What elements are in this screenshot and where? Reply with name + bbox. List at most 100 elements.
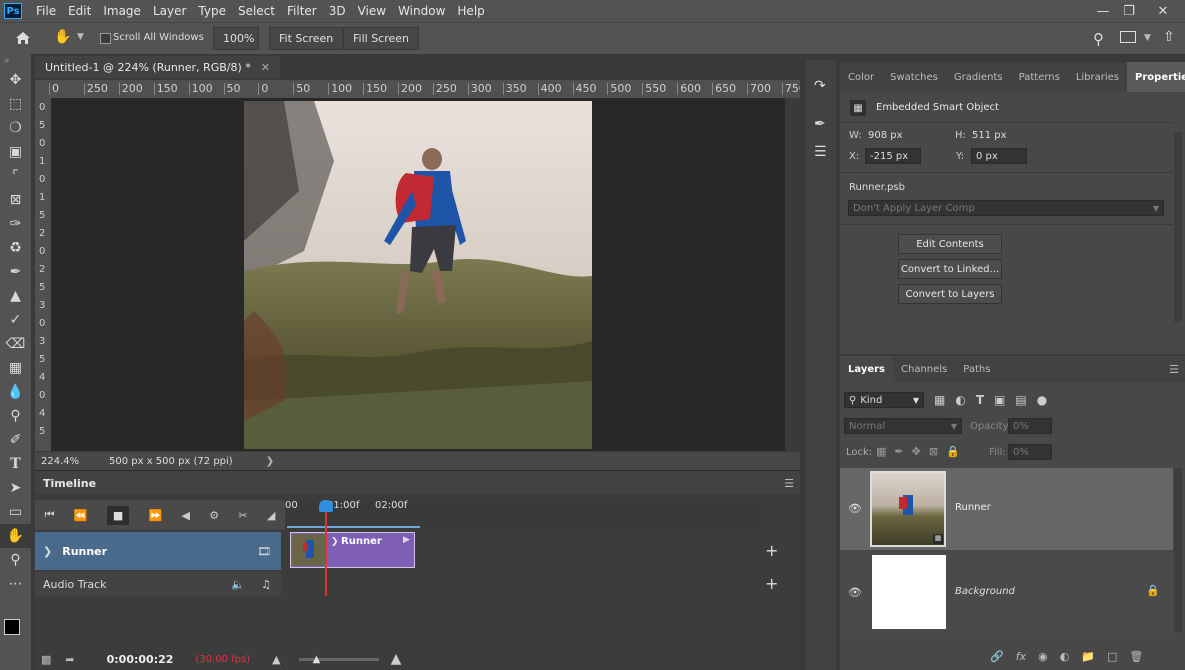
filter-toggle-icon[interactable]: ●	[1037, 393, 1047, 407]
layer-style-icon[interactable]: fx	[1016, 650, 1026, 663]
properties-scrollbar[interactable]	[1174, 132, 1182, 322]
menu-help[interactable]: Help	[451, 4, 490, 18]
playhead-handle[interactable]	[319, 500, 333, 512]
tab-properties[interactable]: Properties	[1127, 62, 1185, 92]
path-select-tool-icon[interactable]: ➤	[0, 476, 31, 500]
adjustment-layer-icon[interactable]: ◐	[1060, 650, 1070, 663]
filter-smartobject-icon[interactable]: ▤	[1015, 393, 1026, 407]
scroll-all-checkbox[interactable]	[100, 33, 111, 44]
hand-tool-icon[interactable]: ✋	[54, 29, 71, 45]
history-brush-icon[interactable]: ✓	[0, 308, 31, 332]
zoom-100-button[interactable]: 100%	[213, 27, 259, 50]
menu-select[interactable]: Select	[232, 4, 281, 18]
layer-name-background[interactable]: Background	[955, 586, 1015, 597]
stamp-tool-icon[interactable]: ▲	[0, 284, 31, 308]
filter-pixel-icon[interactable]: ▦	[934, 393, 945, 407]
render-icon[interactable]: ➦	[65, 653, 74, 666]
first-frame-icon[interactable]: ⏮	[45, 508, 55, 522]
tab-channels[interactable]: Channels	[893, 356, 955, 382]
time-ruler[interactable]: 00 01:00f 02:00f	[285, 500, 760, 530]
zoom-tool-icon[interactable]: ⚲	[0, 548, 31, 572]
filter-adjustment-icon[interactable]: ◐	[955, 393, 965, 407]
fill-field[interactable]: 0%	[1008, 444, 1052, 460]
edit-contents-button[interactable]: Edit Contents	[898, 234, 1002, 254]
home-icon[interactable]	[14, 30, 32, 46]
link-layers-icon[interactable]: 🔗	[990, 650, 1004, 663]
menu-filter[interactable]: Filter	[281, 4, 323, 18]
fill-screen-button[interactable]: Fill Screen	[343, 27, 420, 50]
layer-filter-select[interactable]: ⚲ Kind ▼	[844, 392, 924, 408]
rectangle-tool-icon[interactable]: ▭	[0, 500, 31, 524]
layer-name-runner[interactable]: Runner	[955, 502, 991, 513]
transition-icon[interactable]: ◢	[267, 509, 275, 522]
frame-animation-icon[interactable]: ▩	[41, 653, 51, 666]
lock-pixels-icon[interactable]: ▦	[876, 445, 886, 458]
expand-track-icon[interactable]: ❯	[43, 545, 52, 558]
blur-tool-icon[interactable]: 💧	[0, 380, 31, 404]
type-tool-icon[interactable]: T	[0, 452, 31, 476]
zoom-status[interactable]: 224.4%	[41, 456, 109, 467]
visibility-eye-icon[interactable]: 👁	[848, 586, 862, 599]
settings-icon[interactable]: ⚙	[209, 509, 219, 522]
layer-comp-select[interactable]: Don't Apply Layer Comp ▼	[848, 200, 1164, 216]
object-select-tool-icon[interactable]: ▣	[0, 140, 31, 164]
playhead[interactable]	[325, 500, 327, 596]
move-tool-icon[interactable]: ✥	[0, 68, 31, 92]
timecode[interactable]: 0:00:00:22	[107, 653, 174, 666]
fit-screen-button[interactable]: Fit Screen	[269, 27, 344, 50]
menu-layer[interactable]: Layer	[147, 4, 192, 18]
frame-tool-icon[interactable]: ⊠	[0, 188, 31, 212]
layers-menu-icon[interactable]: ☰	[1169, 363, 1179, 376]
track-audio[interactable]: Audio Track 🔈 ♫	[35, 572, 281, 596]
brush-settings-icon[interactable]: ✒	[814, 116, 826, 132]
add-media-icon[interactable]: +	[765, 541, 778, 560]
tab-color[interactable]: Color	[840, 62, 882, 92]
crop-tool-icon[interactable]: ⌜	[0, 164, 31, 188]
restore-icon[interactable]: ❐	[1114, 0, 1144, 22]
y-field[interactable]: 0 px	[971, 148, 1027, 164]
status-arrow-icon[interactable]: ❯	[266, 456, 274, 467]
lock-all-icon[interactable]: 🔒	[946, 445, 960, 458]
speaker-icon[interactable]: 🔈	[231, 578, 245, 591]
convert-to-linked-button[interactable]: Convert to Linked...	[898, 259, 1002, 279]
timeline-menu-icon[interactable]: ☰	[784, 477, 794, 490]
more-tools-icon[interactable]: ⋯	[0, 572, 31, 596]
split-icon[interactable]: ✂	[238, 509, 247, 522]
menu-edit[interactable]: Edit	[62, 4, 97, 18]
work-area-bar[interactable]	[287, 517, 420, 528]
new-layer-icon[interactable]: □	[1107, 650, 1117, 663]
zoom-slider-thumb[interactable]: ▲	[313, 654, 321, 665]
tab-libraries[interactable]: Libraries	[1068, 62, 1127, 92]
share-icon[interactable]: ⇧	[1163, 29, 1175, 45]
pen-tool-icon[interactable]: ✐	[0, 428, 31, 452]
layer-row-background[interactable]: 👁 Background 🔒	[840, 552, 1173, 634]
collapse-icon[interactable]: »	[0, 54, 31, 68]
delete-layer-icon[interactable]: 🗑	[1129, 650, 1143, 663]
convert-to-layers-button[interactable]: Convert to Layers	[898, 284, 1002, 304]
lock-artboard-icon[interactable]: ⊠	[929, 445, 938, 458]
film-icon[interactable]: 🎞	[257, 545, 271, 558]
brush-tool-icon[interactable]: ✒	[0, 260, 31, 284]
video-clip[interactable]: ❯ Runner ▶	[290, 532, 415, 568]
menu-window[interactable]: Window	[392, 4, 451, 18]
close-tab-icon[interactable]: ✕	[261, 61, 270, 74]
workspace-icon[interactable]	[1120, 31, 1136, 43]
menu-type[interactable]: Type	[192, 4, 232, 18]
menu-3d[interactable]: 3D	[323, 4, 352, 18]
new-group-icon[interactable]: 📁	[1081, 650, 1095, 663]
add-mask-icon[interactable]: ◉	[1038, 650, 1048, 663]
tab-gradients[interactable]: Gradients	[946, 62, 1011, 92]
eyedropper-tool-icon[interactable]: ✑	[0, 212, 31, 236]
menu-file[interactable]: File	[30, 4, 62, 18]
clip-menu-icon[interactable]: ▶	[403, 535, 410, 545]
healing-tool-icon[interactable]: ♻	[0, 236, 31, 260]
hand-tool-icon[interactable]: ✋	[0, 524, 31, 548]
previous-frame-icon[interactable]: ⏪	[74, 509, 88, 522]
foreground-color-swatch[interactable]	[4, 619, 20, 635]
tab-patterns[interactable]: Patterns	[1011, 62, 1068, 92]
tab-swatches[interactable]: Swatches	[882, 62, 946, 92]
adjustments-icon[interactable]: ☰	[814, 144, 827, 160]
lock-paint-icon[interactable]: ✒	[894, 445, 903, 458]
stop-icon[interactable]: ■	[106, 505, 130, 525]
next-frame-icon[interactable]: ⏩	[149, 509, 163, 522]
